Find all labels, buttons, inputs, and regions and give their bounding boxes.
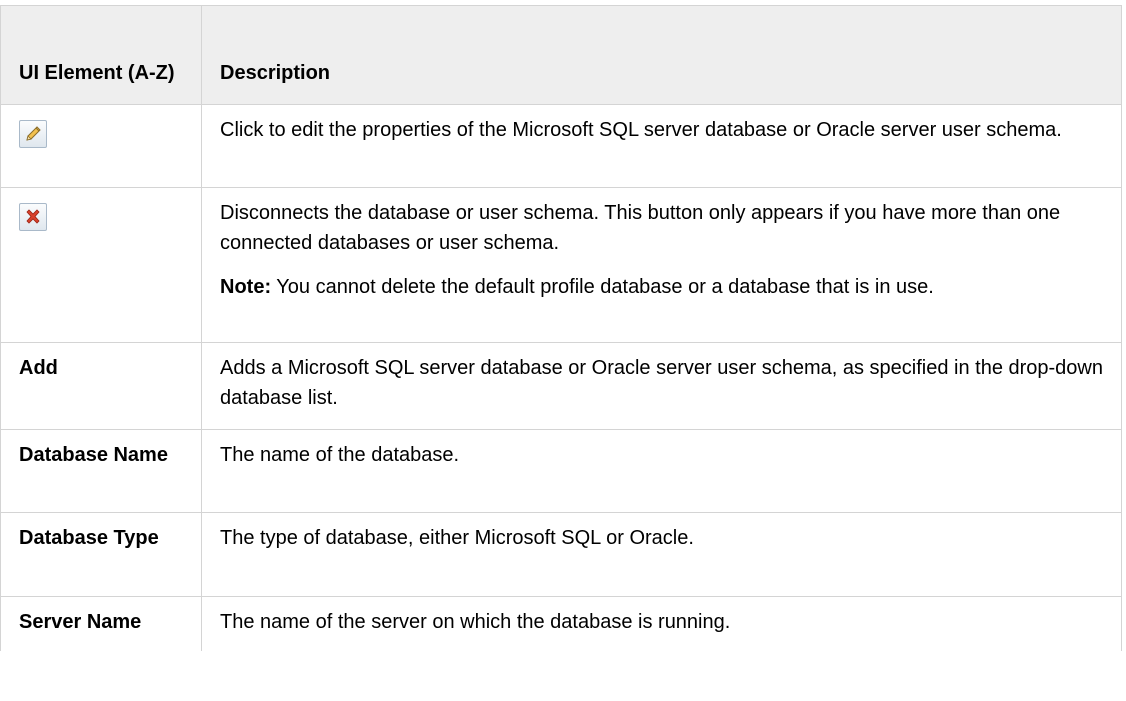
description-cell: The name of the database. [201,429,1122,513]
note-label: Note: [220,276,272,298]
description-cell: Click to edit the properties of the Micr… [201,104,1122,188]
x-icon-graphic [26,209,40,224]
row-description: The name of the server on which the data… [220,611,731,633]
pencil-icon-graphic [26,126,41,141]
row-note: Note: You cannot delete the default prof… [220,272,1103,302]
description-cell: Adds a Microsoft SQL server database or … [201,342,1122,430]
description-cell: The name of the server on which the data… [201,596,1122,651]
table-row: Click to edit the properties of the Micr… [0,104,1122,188]
ui-element-name: Database Type [0,512,202,597]
header-description: Description [201,5,1122,105]
description-cell: Disconnects the database or user schema.… [201,187,1122,343]
table-header-row: UI Element (A-Z) Description [0,5,1122,105]
row-description: The name of the database. [220,444,460,466]
table-row: Server Name The name of the server on wh… [0,596,1122,651]
table-row: Add Adds a Microsoft SQL server database… [0,342,1122,430]
ui-element-name: Server Name [0,596,202,651]
ui-element-cell [0,187,202,343]
ui-elements-table: UI Element (A-Z) Description Click to ed… [0,5,1122,651]
table-row: Database Name The name of the database. [0,429,1122,513]
description-cell: The type of database, either Microsoft S… [201,512,1122,597]
pencil-edit-icon[interactable] [19,120,47,148]
row-description: The type of database, either Microsoft S… [220,527,694,549]
table-row: Disconnects the database or user schema.… [0,187,1122,343]
row-description: Adds a Microsoft SQL server database or … [220,357,1103,409]
row-description: Disconnects the database or user schema.… [220,202,1061,254]
ui-element-name: Add [0,342,202,430]
ui-element-cell [0,104,202,188]
note-text: You cannot delete the default profile da… [271,276,934,298]
row-description: Click to edit the properties of the Micr… [220,119,1062,141]
table-row: Database Type The type of database, eith… [0,512,1122,597]
ui-element-name: Database Name [0,429,202,513]
header-ui-element: UI Element (A-Z) [0,5,202,105]
red-x-delete-icon[interactable] [19,203,47,231]
